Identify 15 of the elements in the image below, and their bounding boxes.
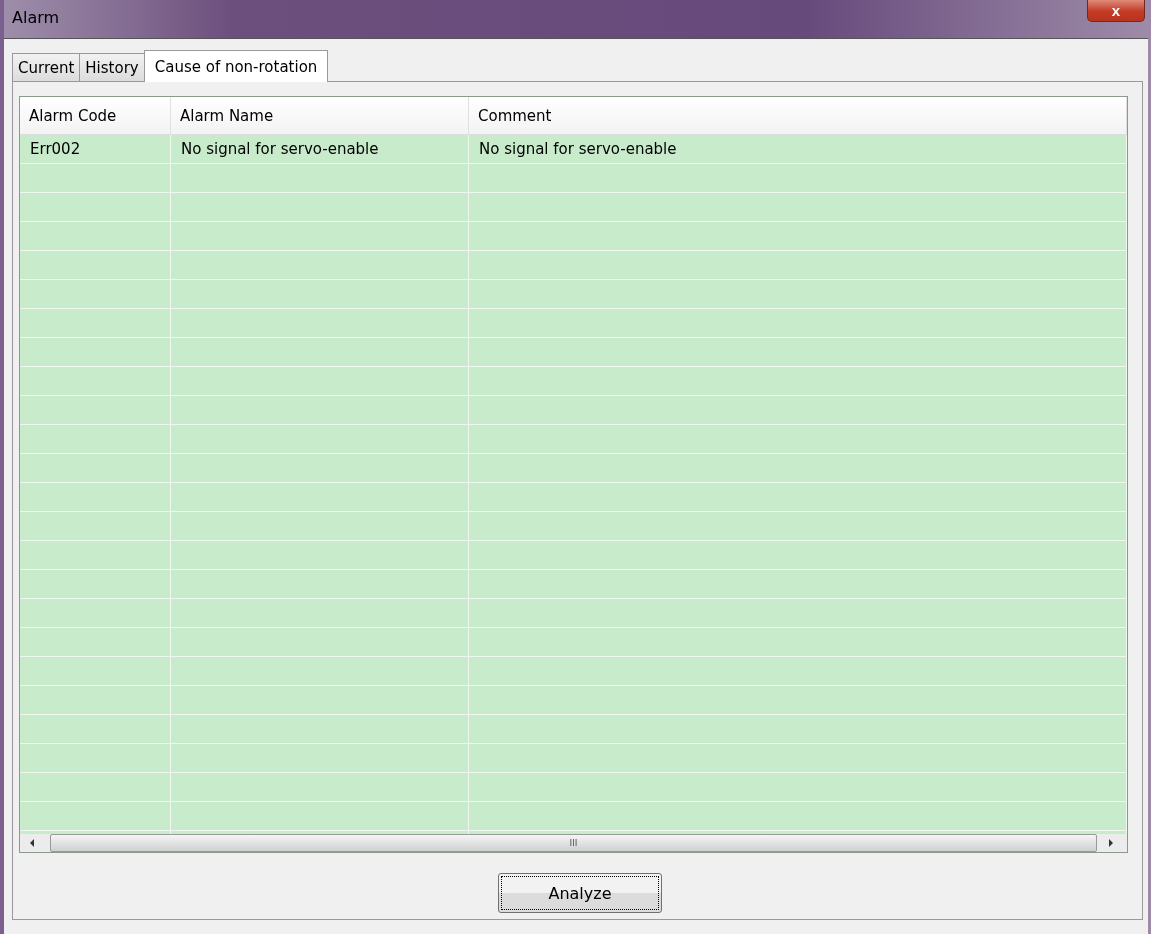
tab[interactable]: History xyxy=(79,53,145,81)
table-cell: No signal for servo-enable xyxy=(469,135,1127,163)
scroll-left-icon[interactable] xyxy=(28,838,36,848)
tab[interactable]: Cause of non-rotation xyxy=(143,50,329,82)
column-header[interactable]: Alarm Name xyxy=(171,97,469,134)
window-title: Alarm xyxy=(12,8,60,27)
grip-marks: III xyxy=(569,838,578,848)
table-cell: Err002 xyxy=(20,135,171,163)
table-cell: No signal for servo-enable xyxy=(171,135,469,163)
tab[interactable]: Current xyxy=(12,53,81,81)
close-button[interactable]: x xyxy=(1087,0,1145,22)
scroll-right-icon[interactable] xyxy=(1107,838,1115,848)
analyze-button[interactable]: Analyze xyxy=(498,873,662,913)
column-header[interactable]: Comment xyxy=(469,97,1127,134)
column-header[interactable]: Alarm Code xyxy=(20,97,171,134)
